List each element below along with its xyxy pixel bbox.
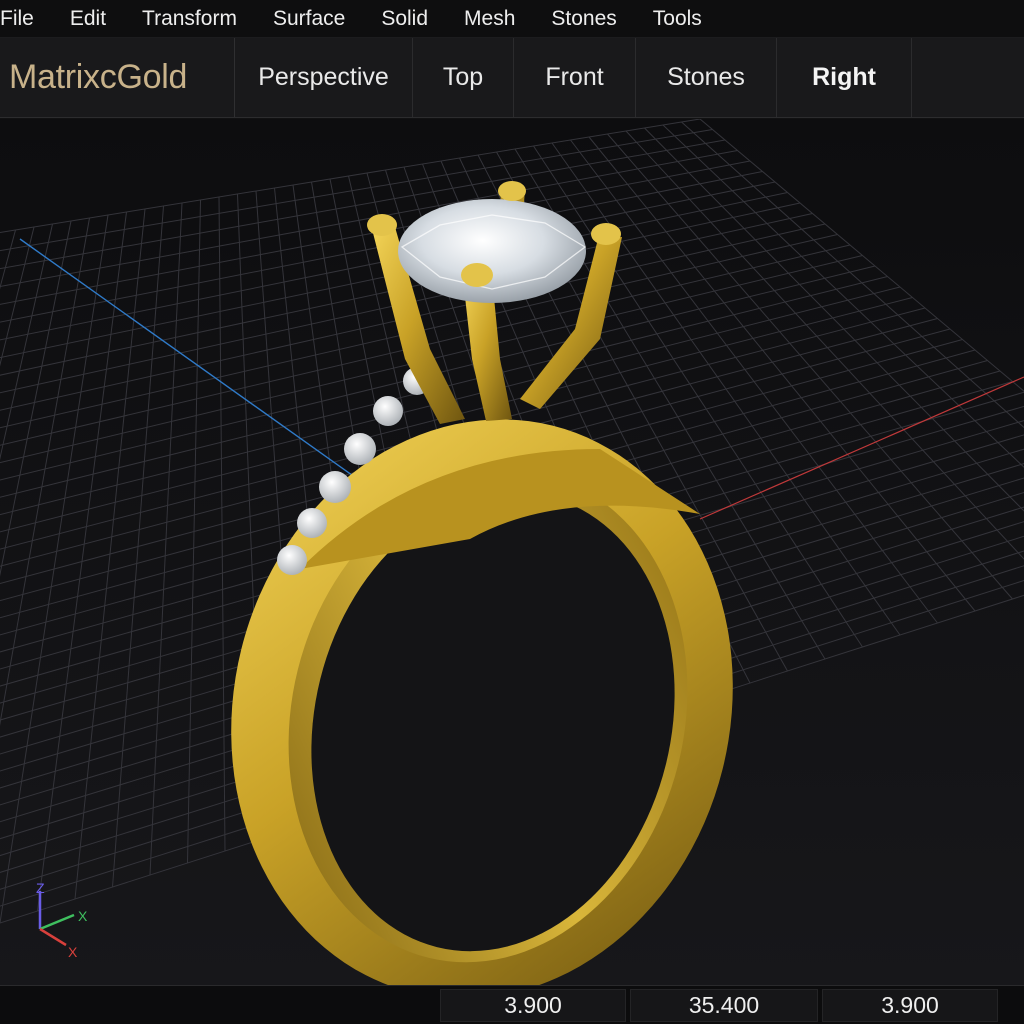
prong-tip [367,214,397,236]
menu-bar: File Edit Transform Surface Solid Mesh S… [0,0,1024,38]
pave-stone [319,471,351,503]
tab-top[interactable]: Top [413,38,514,117]
pave-stone [297,508,327,538]
3d-viewport[interactable]: Z X X [0,119,1024,985]
coord-x-field[interactable]: 3.900 [440,989,626,1022]
coord-y-field[interactable]: 35.400 [630,989,818,1022]
pave-stone [373,396,403,426]
tab-perspective[interactable]: Perspective [235,38,413,117]
menu-file[interactable]: File [0,7,52,31]
prong-tip [591,223,621,245]
triad-y-label: X [68,944,78,960]
tab-right[interactable]: Right [777,38,912,117]
status-bar: 3.900 35.400 3.900 [0,985,1024,1024]
tab-stones[interactable]: Stones [636,38,777,117]
tab-front[interactable]: Front [514,38,636,117]
menu-mesh[interactable]: Mesh [446,7,533,31]
prong-tip [461,263,493,287]
coord-z-field[interactable]: 3.900 [822,989,998,1022]
menu-solid[interactable]: Solid [363,7,446,31]
menu-transform[interactable]: Transform [124,7,255,31]
menu-edit[interactable]: Edit [52,7,124,31]
view-toolbar: MatrixcGold Perspective Top Front Stones… [0,38,1024,118]
app-logo: MatrixcGold [0,38,235,117]
prong-tip [498,181,526,201]
pave-stone [277,545,307,575]
triad-x-label: X [78,908,88,924]
pave-stone [344,433,376,465]
triad-z-label: Z [36,880,45,896]
viewport-canvas[interactable]: Z X X [0,119,1024,985]
menu-tools[interactable]: Tools [635,7,720,31]
menu-surface[interactable]: Surface [255,7,363,31]
menu-stones[interactable]: Stones [533,7,634,31]
